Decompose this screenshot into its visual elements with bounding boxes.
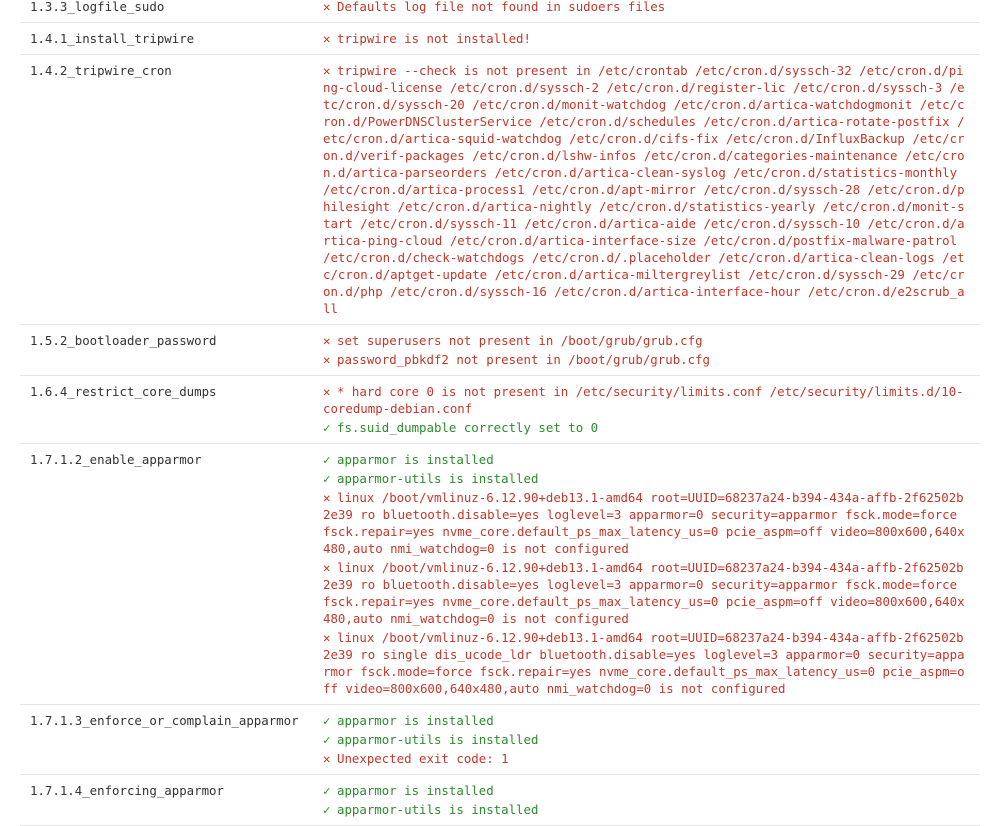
pass-message: ✓ apparmor-utils is installed: [323, 731, 971, 748]
message-text: linux /boot/vmlinuz-6.12.90+deb13.1-amd6…: [323, 630, 965, 696]
pass-message: ✓ apparmor-utils is installed: [323, 470, 971, 487]
pass-message: ✓ apparmor-utils is installed: [323, 801, 971, 818]
check-icon: ✓: [323, 713, 331, 728]
check-icon: ✓: [323, 471, 331, 486]
check-result-messages: ✕ tripwire --check is not present in /etc…: [313, 54, 980, 325]
audit-results-table: 1.3.3_logfile_sudo ✕ Defaults log file not…: [20, 0, 980, 826]
message-text: apparmor-utils is installed: [337, 471, 539, 486]
audit-row: 1.6.4_restrict_core_dumps ✕ * hard core 0 …: [20, 375, 980, 444]
message-text: apparmor-utils is installed: [337, 732, 539, 747]
check-icon: ✓: [323, 802, 331, 817]
check-result-messages: ✕ tripwire is not installed!: [313, 22, 980, 55]
check-result-messages: ✓ apparmor is installed ✓ apparmor-utils is…: [313, 443, 980, 705]
message-text: apparmor is installed: [337, 713, 494, 728]
message-text: linux /boot/vmlinuz-6.12.90+deb13.1-amd6…: [323, 490, 965, 556]
check-result-messages: ✕ * hard core 0 is not present in /etc/se…: [313, 375, 980, 444]
check-id: 1.4.1_install_tripwire: [20, 22, 313, 55]
fail-message: ✕ set superusers not present in /boot/gru…: [323, 332, 971, 349]
pass-message: ✓ fs.suid_dumpable correctly set to 0: [323, 419, 971, 436]
pass-message: ✓ apparmor is installed: [323, 712, 971, 729]
fail-message: ✕ linux /boot/vmlinuz-6.12.90+deb13.1-amd…: [323, 489, 971, 557]
audit-row: 1.4.2_tripwire_cron ✕ tripwire --check is …: [20, 54, 980, 325]
check-id: 1.3.3_logfile_sudo: [20, 0, 313, 23]
message-text: tripwire is not installed!: [337, 31, 531, 46]
cross-icon: ✕: [323, 751, 331, 766]
check-icon: ✓: [323, 783, 331, 798]
cross-icon: ✕: [323, 63, 331, 78]
cross-icon: ✕: [323, 333, 331, 348]
fail-message: ✕ linux /boot/vmlinuz-6.12.90+deb13.1-amd…: [323, 559, 971, 627]
fail-message: ✕ tripwire --check is not present in /etc…: [323, 62, 971, 317]
cross-icon: ✕: [323, 490, 331, 505]
fail-message: ✕ Unexpected exit code: 1: [323, 750, 971, 767]
check-id: 1.4.2_tripwire_cron: [20, 54, 313, 325]
pass-message: ✓ apparmor is installed: [323, 451, 971, 468]
check-result-messages: ✕ set superusers not present in /boot/gru…: [313, 324, 980, 376]
message-text: apparmor-utils is installed: [337, 802, 539, 817]
message-text: apparmor is installed: [337, 783, 494, 798]
cross-icon: ✕: [323, 384, 331, 399]
fail-message: ✕ * hard core 0 is not present in /etc/se…: [323, 383, 971, 417]
message-text: apparmor is installed: [337, 452, 494, 467]
message-text: Defaults log file not found in sudoers f…: [337, 0, 666, 14]
cross-icon: ✕: [323, 0, 331, 14]
audit-row: 1.4.1_install_tripwire ✕ tripwire is not i…: [20, 22, 980, 55]
fail-message: ✕ tripwire is not installed!: [323, 30, 971, 47]
message-text: * hard core 0 is not present in /etc/sec…: [323, 384, 964, 416]
audit-row: 1.7.1.3_enforce_or_complain_apparmor ✓ app…: [20, 704, 980, 775]
check-result-messages: ✓ apparmor is installed ✓ apparmor-utils is…: [313, 704, 980, 775]
cross-icon: ✕: [323, 560, 331, 575]
check-id: 1.5.2_bootloader_password: [20, 324, 313, 376]
check-id: 1.6.4_restrict_core_dumps: [20, 375, 313, 444]
check-icon: ✓: [323, 452, 331, 467]
fail-message: ✕ Defaults log file not found in sudoers …: [323, 0, 971, 15]
audit-row: 1.3.3_logfile_sudo ✕ Defaults log file not…: [20, 0, 980, 23]
check-id: 1.7.1.3_enforce_or_complain_apparmor: [20, 704, 313, 775]
cross-icon: ✕: [323, 630, 331, 645]
message-text: fs.suid_dumpable correctly set to 0: [337, 420, 599, 435]
message-text: password_pbkdf2 not present in /boot/gru…: [337, 352, 710, 367]
message-text: set superusers not present in /boot/grub…: [337, 333, 703, 348]
message-text: linux /boot/vmlinuz-6.12.90+deb13.1-amd6…: [323, 560, 965, 626]
fail-message: ✕ password_pbkdf2 not present in /boot/gr…: [323, 351, 971, 368]
check-result-messages: ✕ Defaults log file not found in sudoers …: [313, 0, 980, 23]
cross-icon: ✕: [323, 31, 331, 46]
audit-results-body: 1.3.3_logfile_sudo ✕ Defaults log file not…: [20, 0, 980, 826]
cross-icon: ✕: [323, 352, 331, 367]
check-icon: ✓: [323, 420, 331, 435]
pass-message: ✓ apparmor is installed: [323, 782, 971, 799]
message-text: Unexpected exit code: 1: [337, 751, 509, 766]
audit-row: 1.7.1.4_enforcing_apparmor ✓ apparmor is i…: [20, 774, 980, 826]
message-text: tripwire --check is not present in /etc/…: [323, 63, 965, 316]
check-icon: ✓: [323, 732, 331, 747]
check-id: 1.7.1.2_enable_apparmor: [20, 443, 313, 705]
audit-row: 1.5.2_bootloader_password ✕ set superusers…: [20, 324, 980, 376]
fail-message: ✕ linux /boot/vmlinuz-6.12.90+deb13.1-amd…: [323, 629, 971, 697]
check-result-messages: ✓ apparmor is installed ✓ apparmor-utils is…: [313, 774, 980, 826]
check-id: 1.7.1.4_enforcing_apparmor: [20, 774, 313, 826]
audit-row: 1.7.1.2_enable_apparmor ✓ apparmor is inst…: [20, 443, 980, 705]
